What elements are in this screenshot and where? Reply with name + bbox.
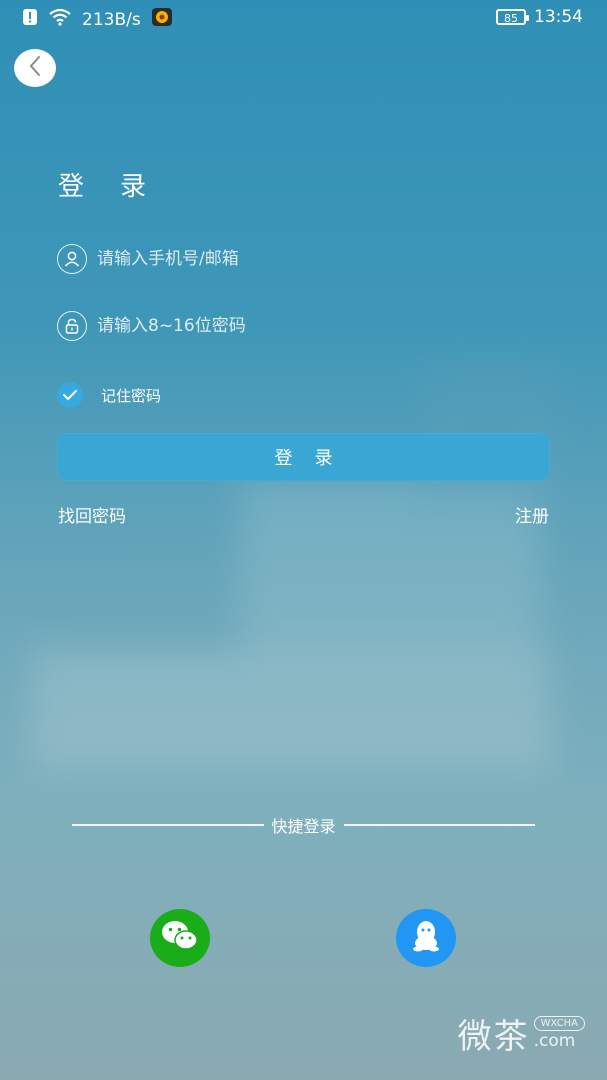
quick-login-label: 快捷登录 (271, 817, 336, 836)
chevron-left-icon (28, 55, 42, 81)
qq-icon (411, 919, 441, 957)
watermark-brand: 微茶 (457, 1017, 530, 1057)
password-field[interactable] (57, 311, 519, 341)
phone-email-field[interactable] (57, 244, 519, 274)
wechat-login-button[interactable] (150, 909, 210, 967)
qq-login-button[interactable] (396, 909, 456, 967)
page-title: 登录 (58, 172, 183, 202)
quick-login-divider: 快捷登录 (72, 814, 536, 836)
back-button[interactable] (14, 49, 56, 87)
divider-line (343, 824, 536, 826)
remember-checkbox[interactable] (57, 382, 83, 408)
remember-password[interactable]: 记住密码 (57, 382, 161, 408)
watermark-badge: WXCHA (533, 1016, 585, 1031)
app-notification-icon (151, 7, 173, 32)
wifi-icon (48, 8, 72, 31)
lock-icon (57, 311, 87, 341)
watermark: 微茶 WXCHA .com (458, 1009, 585, 1058)
network-speed: 213B/s (82, 9, 141, 30)
forgot-password-link[interactable]: 找回密码 (58, 502, 126, 527)
status-bar: 213B/s 85 13:54 (0, 0, 607, 36)
battery-level: 85 (504, 12, 518, 25)
remember-label: 记住密码 (101, 386, 162, 405)
phone-email-input[interactable] (95, 248, 519, 270)
login-button[interactable]: 登录 (57, 433, 550, 481)
clock: 13:54 (534, 7, 583, 27)
notification-icon (22, 8, 38, 31)
register-link[interactable]: 注册 (515, 502, 549, 527)
divider-line (72, 824, 264, 826)
battery-icon: 85 (496, 9, 529, 25)
user-icon (57, 244, 87, 274)
watermark-domain: .com (533, 1031, 576, 1051)
wechat-icon (160, 919, 200, 957)
background-blur-shape (30, 650, 550, 770)
password-input[interactable] (95, 315, 519, 337)
background-blur-shape (240, 480, 540, 660)
